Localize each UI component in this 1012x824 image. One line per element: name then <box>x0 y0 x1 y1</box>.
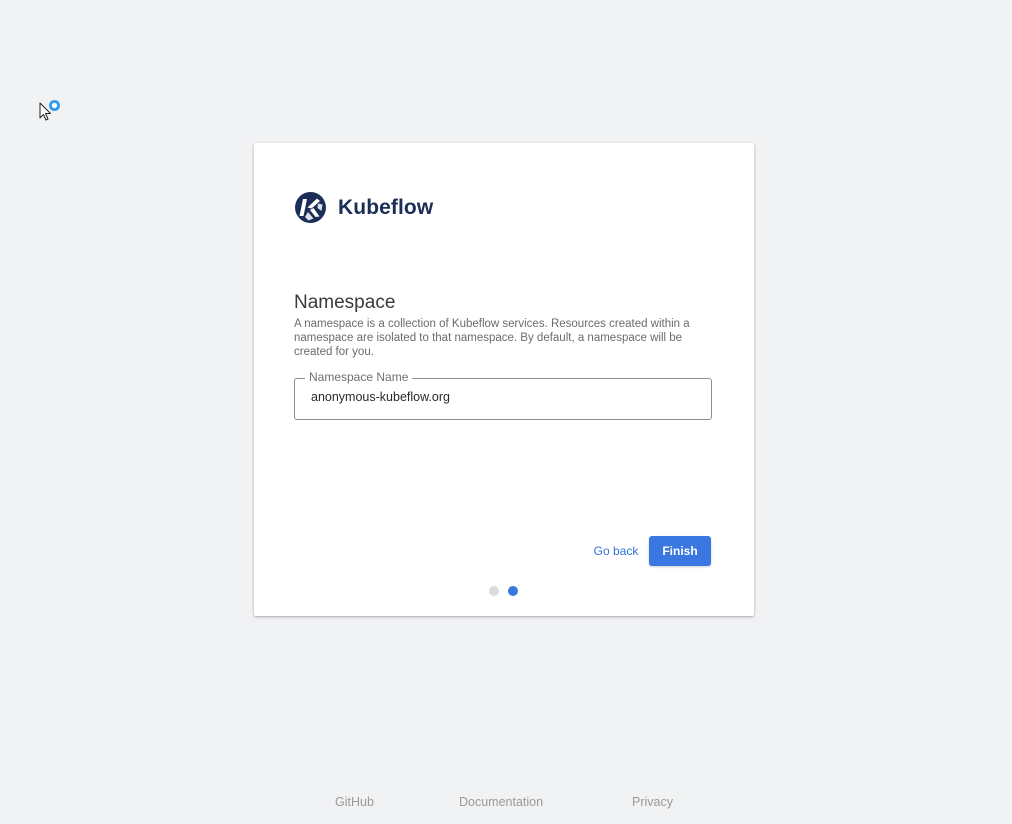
finish-button[interactable]: Finish <box>649 536 711 566</box>
page-title: Namespace <box>294 292 396 313</box>
step-indicator-2 <box>508 586 518 596</box>
brand-name: Kubeflow <box>338 195 434 219</box>
footer-privacy-link[interactable]: Privacy <box>632 795 673 809</box>
step-indicator-1 <box>489 586 499 596</box>
footer-documentation-link[interactable]: Documentation <box>459 795 543 809</box>
brand: Kubeflow <box>294 191 433 224</box>
namespace-name-input[interactable] <box>311 390 691 404</box>
namespace-field: Namespace Name <box>294 370 712 420</box>
namespace-field-label: Namespace Name <box>305 370 413 384</box>
namespace-description: A namespace is a collection of Kubeflow … <box>294 318 690 358</box>
setup-card: Kubeflow Namespace A namespace is a coll… <box>254 143 754 616</box>
busy-cursor-icon <box>38 96 66 126</box>
go-back-button[interactable]: Go back <box>584 537 648 565</box>
footer-github-link[interactable]: GitHub <box>335 795 374 809</box>
kubeflow-logo-icon <box>295 192 326 223</box>
